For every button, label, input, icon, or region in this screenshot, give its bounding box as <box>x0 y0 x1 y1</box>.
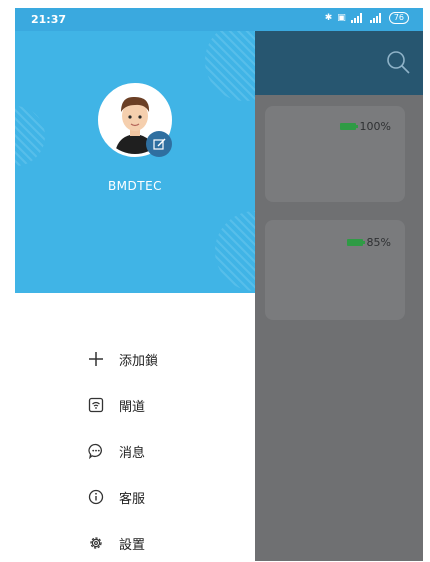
decoration <box>215 211 255 291</box>
menu-item-add-lock[interactable]: 添加鎖 <box>15 336 255 382</box>
search-icon[interactable] <box>385 49 411 75</box>
battery-status: 76 <box>388 12 409 24</box>
message-icon <box>87 442 105 460</box>
edit-avatar-button[interactable] <box>146 131 172 157</box>
plus-icon <box>87 350 105 368</box>
battery-label: 85% <box>366 236 391 249</box>
phone-screen: 100% 85% 21:37 ✱ ▣ 76 BMDTEC 添加鎖 閘道 消息 客… <box>15 8 423 561</box>
info-icon <box>87 488 105 506</box>
lock-card[interactable]: 85% <box>265 220 405 320</box>
nfc-icon: ▣ <box>337 13 346 23</box>
drawer-menu: 添加鎖 閘道 消息 客服 設置 <box>15 336 255 561</box>
username: BMDTEC <box>107 179 163 193</box>
signal-icon <box>369 13 381 23</box>
menu-item-messages[interactable]: 消息 <box>15 428 255 474</box>
menu-item-label: 添加鎖 <box>119 353 159 369</box>
battery-icon <box>346 239 365 246</box>
battery-indicator: 100% <box>339 120 391 133</box>
menu-item-label: 客服 <box>119 491 146 507</box>
lock-card[interactable]: 100% <box>265 106 405 202</box>
menu-item-support[interactable]: 客服 <box>15 474 255 520</box>
status-time: 21:37 <box>31 13 67 26</box>
battery-icon <box>339 123 358 130</box>
battery-label: 100% <box>359 120 391 133</box>
menu-item-label: 閘道 <box>119 399 146 415</box>
decoration <box>205 31 255 101</box>
battery-indicator: 85% <box>346 236 391 249</box>
menu-item-label: 設置 <box>119 537 146 553</box>
menu-item-gateway[interactable]: 閘道 <box>15 382 255 428</box>
status-icons: ✱ ▣ 76 <box>325 12 409 24</box>
menu-item-settings[interactable]: 設置 <box>15 520 255 561</box>
status-bar: 21:37 ✱ ▣ 76 <box>15 8 423 31</box>
gear-icon <box>87 534 105 552</box>
gateway-icon <box>87 396 105 414</box>
edit-icon <box>152 138 165 150</box>
menu-item-label: 消息 <box>119 445 146 461</box>
signal-icon <box>350 13 362 23</box>
navigation-drawer: BMDTEC 添加鎖 閘道 消息 客服 設置 <box>15 31 255 561</box>
drawer-header: BMDTEC <box>15 31 255 293</box>
bluetooth-icon: ✱ <box>324 13 333 23</box>
decoration <box>15 106 45 166</box>
